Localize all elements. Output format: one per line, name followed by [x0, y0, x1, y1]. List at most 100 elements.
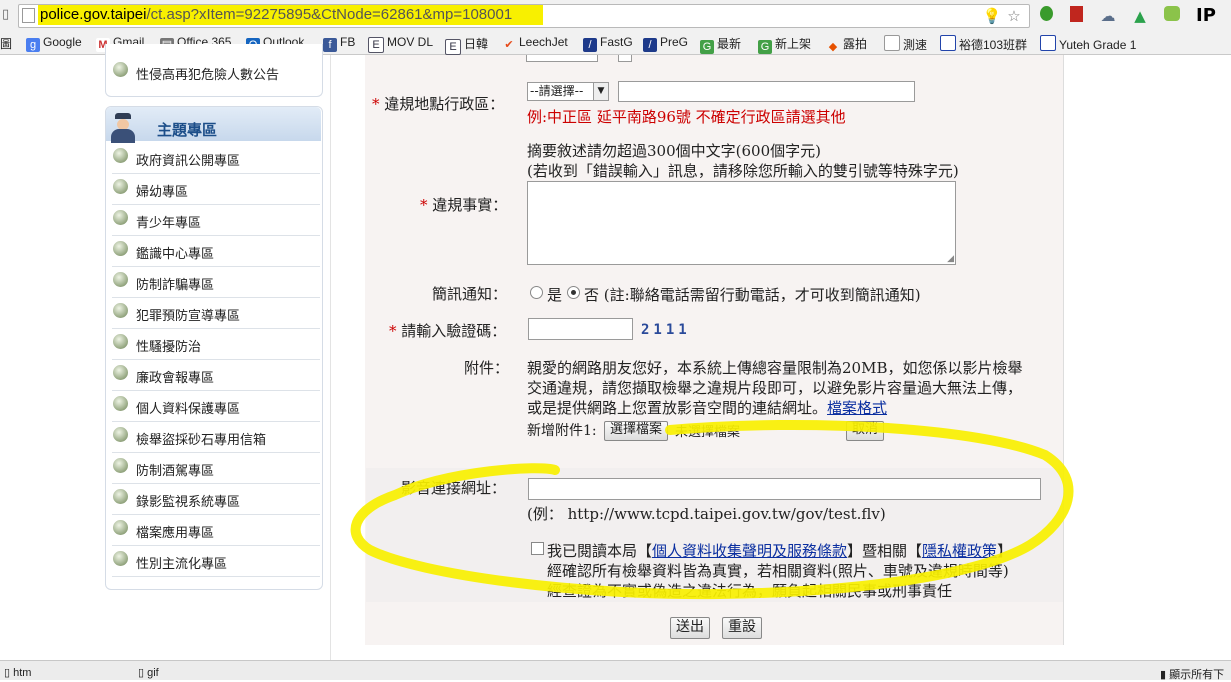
- officer-icon: [110, 113, 136, 143]
- bullet-icon: [113, 148, 128, 163]
- highlight-annotation: [350, 420, 1074, 600]
- sidebar-item-label: 鑑識中心專區: [136, 247, 215, 262]
- sidebar-item[interactable]: 檔案應用專區: [112, 514, 320, 546]
- sidebar-item[interactable]: 檢舉盜採砂石專用信箱: [112, 421, 320, 453]
- sidebar-item[interactable]: 廉政會報專區: [112, 359, 320, 391]
- url-text[interactable]: police.gov.taipei/ct.asp?xItem=92275895&…: [40, 6, 512, 23]
- sms-no-radio[interactable]: [567, 286, 580, 299]
- column-divider: [330, 55, 331, 660]
- sidebar-item[interactable]: 錄影監視系統專區: [112, 483, 320, 515]
- green-g-icon: G: [758, 40, 772, 54]
- sidebar-item[interactable]: 防制詐騙專區: [112, 266, 320, 298]
- district-label: * 違規地點行政區：: [372, 95, 505, 113]
- attach-label: 附件：: [464, 359, 510, 377]
- resize-handle-icon[interactable]: ◢: [947, 254, 954, 264]
- bookmark-japan-korea[interactable]: E 日韓: [445, 35, 488, 55]
- cloud-icon[interactable]: ☁: [1098, 6, 1118, 26]
- download-item-gif[interactable]: ▯ gif: [138, 666, 334, 679]
- drive-icon[interactable]: ▲: [1130, 6, 1150, 26]
- show-all-downloads[interactable]: ▮ 顯示所有下: [1160, 666, 1231, 682]
- bookmark-google[interactable]: g Google: [26, 35, 82, 52]
- sidebar-item-label: 防制詐騙專區: [136, 278, 215, 293]
- bullet-icon: [113, 272, 128, 287]
- bookmark-movdl[interactable]: E MOV DL: [368, 35, 433, 53]
- url-path: /ct.asp?xItem=92275895&CtNode=62861&mp=1…: [146, 6, 513, 23]
- fastg-icon: /: [583, 38, 597, 52]
- submit-button[interactable]: 送出: [670, 617, 710, 639]
- sidebar-item[interactable]: 青少年專區: [112, 204, 320, 236]
- file-icon: ▯: [138, 667, 145, 679]
- bullet-icon: [113, 62, 128, 77]
- bookmark-latest[interactable]: G 最新: [700, 35, 741, 54]
- sidebar-item[interactable]: 犯罪預防宣導專區: [112, 297, 320, 329]
- download-item-htm[interactable]: ▯ htm: [4, 666, 128, 679]
- bullet-icon: [113, 396, 128, 411]
- district-hint: 例:中正區 延平南路96號 不確定行政區請選其他: [527, 108, 846, 126]
- attach-note-1: 親愛的網路朋友您好，本系統上傳總容量限制為20MB，如您係以影片檢舉: [527, 359, 1023, 377]
- district-select[interactable]: --請選擇-- ▼: [527, 82, 609, 101]
- sms-yes-label: 是: [547, 286, 563, 304]
- bookmark-ruten[interactable]: ◆ 露拍: [826, 35, 867, 54]
- sidebar-item[interactable]: 防制酒駕專區: [112, 452, 320, 484]
- bullet-icon: [113, 210, 128, 225]
- sms-no-label: 否 (註:聯絡電話需留行動電話，才可收到簡訊通知): [584, 286, 921, 304]
- bookmark-prev-fragment[interactable]: 圖: [0, 35, 12, 52]
- sidebar-item-label: 個人資料保護專區: [136, 402, 241, 417]
- sidebar-item-sex-offender-notice[interactable]: 性侵高再犯危險人數公告: [112, 56, 320, 87]
- bookmark-red-icon[interactable]: [1066, 6, 1086, 26]
- sidebar-item[interactable]: 個人資料保護專區: [112, 390, 320, 422]
- bullet-icon: [113, 551, 128, 566]
- sidebar-item-label: 錄影監視系統專區: [136, 495, 241, 510]
- district-address-input[interactable]: [618, 81, 915, 102]
- bullet-icon: [113, 334, 128, 349]
- check-icon: ✔: [504, 39, 514, 51]
- bookmark-fb[interactable]: f FB: [323, 35, 355, 52]
- bookmark-speedtest[interactable]: 測速: [884, 35, 927, 53]
- bookmark-new-arrivals[interactable]: G 新上架: [758, 35, 811, 54]
- lightbulb-icon[interactable]: 💡: [982, 6, 1002, 26]
- attach-note-2: 交通違規，請您擷取檢舉之違規片段即可，以避免影片容量過大無法上傳，: [527, 379, 1023, 397]
- previous-row-fragment: [526, 55, 598, 62]
- sidebar-item[interactable]: 婦幼專區: [112, 173, 320, 205]
- facebook-icon: f: [323, 38, 337, 52]
- sidebar-item[interactable]: 政府資訊公開專區: [112, 142, 320, 174]
- sidebar-item-label: 性別主流化專區: [136, 557, 228, 572]
- chevron-down-icon: ▼: [593, 83, 608, 100]
- sidebar-item-label: 防制酒駕專區: [136, 464, 215, 479]
- bullet-icon: [113, 241, 128, 256]
- url-page-icon: [22, 8, 35, 23]
- bullet-icon: [113, 458, 128, 473]
- green-g-icon: G: [700, 40, 714, 54]
- bullet-icon: [113, 489, 128, 504]
- bookmark-yuteh-103[interactable]: 裕德103班群: [940, 35, 1027, 53]
- sms-yes-radio[interactable]: [530, 286, 543, 299]
- bullet-icon: [113, 365, 128, 380]
- ip-extension-button[interactable]: IP: [1196, 5, 1216, 26]
- facts-textarea[interactable]: ◢: [527, 181, 956, 265]
- preg-icon: /: [643, 38, 657, 52]
- sidebar-item-label: 廉政會報專區: [136, 371, 215, 386]
- bookmark-fastg[interactable]: / FastG: [583, 35, 633, 52]
- summary-note-1: 摘要敘述請勿超過300個中文字(600個字元): [527, 142, 821, 160]
- summary-note-2: (若收到「錯誤輸入」訊息，請移除您所輸入的雙引號等特殊字元): [527, 162, 959, 180]
- bookmark-preg[interactable]: / PreG: [643, 35, 688, 52]
- sidebar-item[interactable]: 性騷擾防治: [112, 328, 320, 360]
- captcha-image: 2111: [641, 322, 691, 338]
- frog-icon[interactable]: [1162, 6, 1182, 26]
- bookmark-leechjet[interactable]: ✔ LeechJet: [502, 35, 567, 52]
- captcha-input[interactable]: [528, 318, 633, 340]
- ruten-icon: ◆: [828, 41, 838, 53]
- file-icon: ▯: [4, 667, 11, 679]
- star-icon[interactable]: ☆: [1004, 6, 1024, 26]
- sidebar-item[interactable]: 鑑識中心專區: [112, 235, 320, 267]
- sidebar-item-label: 青少年專區: [136, 216, 202, 231]
- sidebar-item-label: 犯罪預防宣導專區: [136, 309, 241, 324]
- sidebar-item-label: 檢舉盜採砂石專用信箱: [136, 433, 267, 448]
- bullet-icon: [113, 303, 128, 318]
- sidebar-item[interactable]: 性別主流化專區: [112, 545, 320, 577]
- sms-note: (註:聯絡電話需留行動電話，才可收到簡訊通知): [603, 286, 921, 304]
- window-icon: [940, 35, 956, 51]
- bookmark-yuteh-grade1[interactable]: Yuteh Grade 1: [1040, 35, 1136, 52]
- extension-leaf-icon[interactable]: [1036, 6, 1056, 26]
- reset-button[interactable]: 重設: [722, 617, 762, 639]
